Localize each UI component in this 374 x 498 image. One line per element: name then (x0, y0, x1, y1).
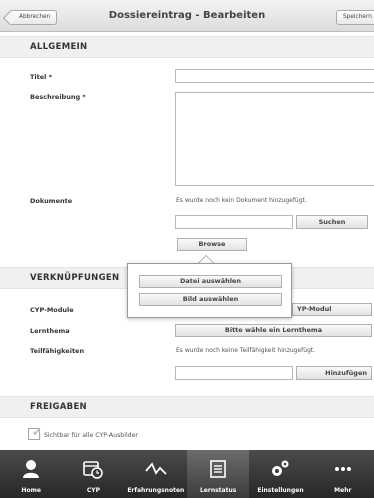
beschreibung-textarea[interactable] (175, 92, 374, 186)
more-icon (312, 458, 374, 480)
hinzufuegen-button[interactable]: Hinzufügen (296, 366, 372, 380)
dokument-search-input[interactable] (175, 215, 293, 229)
titel-label: Titel * (30, 73, 53, 81)
tab-label: Mehr (334, 487, 352, 494)
teilfaehigkeiten-label: Teilfähigkeiten (30, 347, 85, 355)
teilfaehigkeit-search-input[interactable] (175, 366, 293, 380)
sichtbar-checkbox[interactable]: ✔ (28, 425, 43, 440)
tab-label: Home (21, 487, 41, 494)
browse-popover: Datei auswählen Bild auswählen (127, 263, 292, 318)
tab-mehr[interactable]: Mehr (312, 450, 374, 498)
tab-label: Einstellungen (257, 487, 304, 494)
tab-lernstatus[interactable]: Lernstatus (186, 450, 250, 498)
lernthema-label: Lernthema (30, 327, 70, 335)
tab-home[interactable]: Home (0, 450, 62, 498)
sichtbar-checkbox-label: Sichtbar für alle CYP-Ausbilder (44, 432, 138, 439)
section-heading-allgemein: ALLGEMEIN (0, 36, 374, 58)
dokumente-label: Dokumente (30, 197, 73, 205)
top-bar: Abbrechen Dossiereintrag - Bearbeiten Sp… (0, 0, 374, 32)
suchen-button[interactable]: Suchen (296, 215, 368, 229)
beschreibung-label: Beschreibung * (30, 93, 86, 101)
cyp-module-label: CYP-Module (30, 306, 74, 314)
person-icon (0, 458, 62, 480)
checkmark-icon: ✔ (32, 425, 43, 439)
graph-icon (125, 458, 187, 480)
tab-label: Lernstatus (199, 487, 237, 494)
tab-einstellungen[interactable]: Einstellungen (249, 450, 311, 498)
bottom-tab-bar: Home CYP Erfahrungsnoten Lernstatus Eins… (0, 450, 374, 498)
gears-icon (249, 458, 311, 480)
cyp-modul-select-button[interactable]: YP-Modul (292, 303, 372, 316)
bild-auswaehlen-button[interactable]: Bild auswählen (139, 293, 282, 306)
tab-cyp[interactable]: CYP (62, 450, 124, 498)
lernthema-select-button[interactable]: Bitte wähle ein Lernthema (175, 324, 372, 337)
page-title: Dossiereintrag - Bearbeiten (108, 10, 266, 21)
titel-input[interactable] (175, 69, 374, 83)
browse-button[interactable]: Browse (177, 238, 247, 251)
calendar-clock-icon (62, 458, 124, 480)
tab-erfahrungsnoten[interactable]: Erfahrungsnoten (125, 450, 187, 498)
tab-label: CYP (86, 487, 101, 494)
datei-auswaehlen-button[interactable]: Datei auswählen (139, 275, 282, 288)
tab-label: Erfahrungsnoten (127, 487, 185, 494)
save-button[interactable]: Speichern (336, 10, 374, 25)
section-heading-freigaben: FREIGABEN (0, 396, 374, 418)
list-icon (187, 458, 249, 480)
dokumente-empty-note: Es wurde noch kein Dokument hinzugefügt. (176, 197, 307, 204)
teilfaehigkeiten-empty-note: Es wurde noch keine Teilfähigkeit hinzug… (176, 347, 316, 354)
